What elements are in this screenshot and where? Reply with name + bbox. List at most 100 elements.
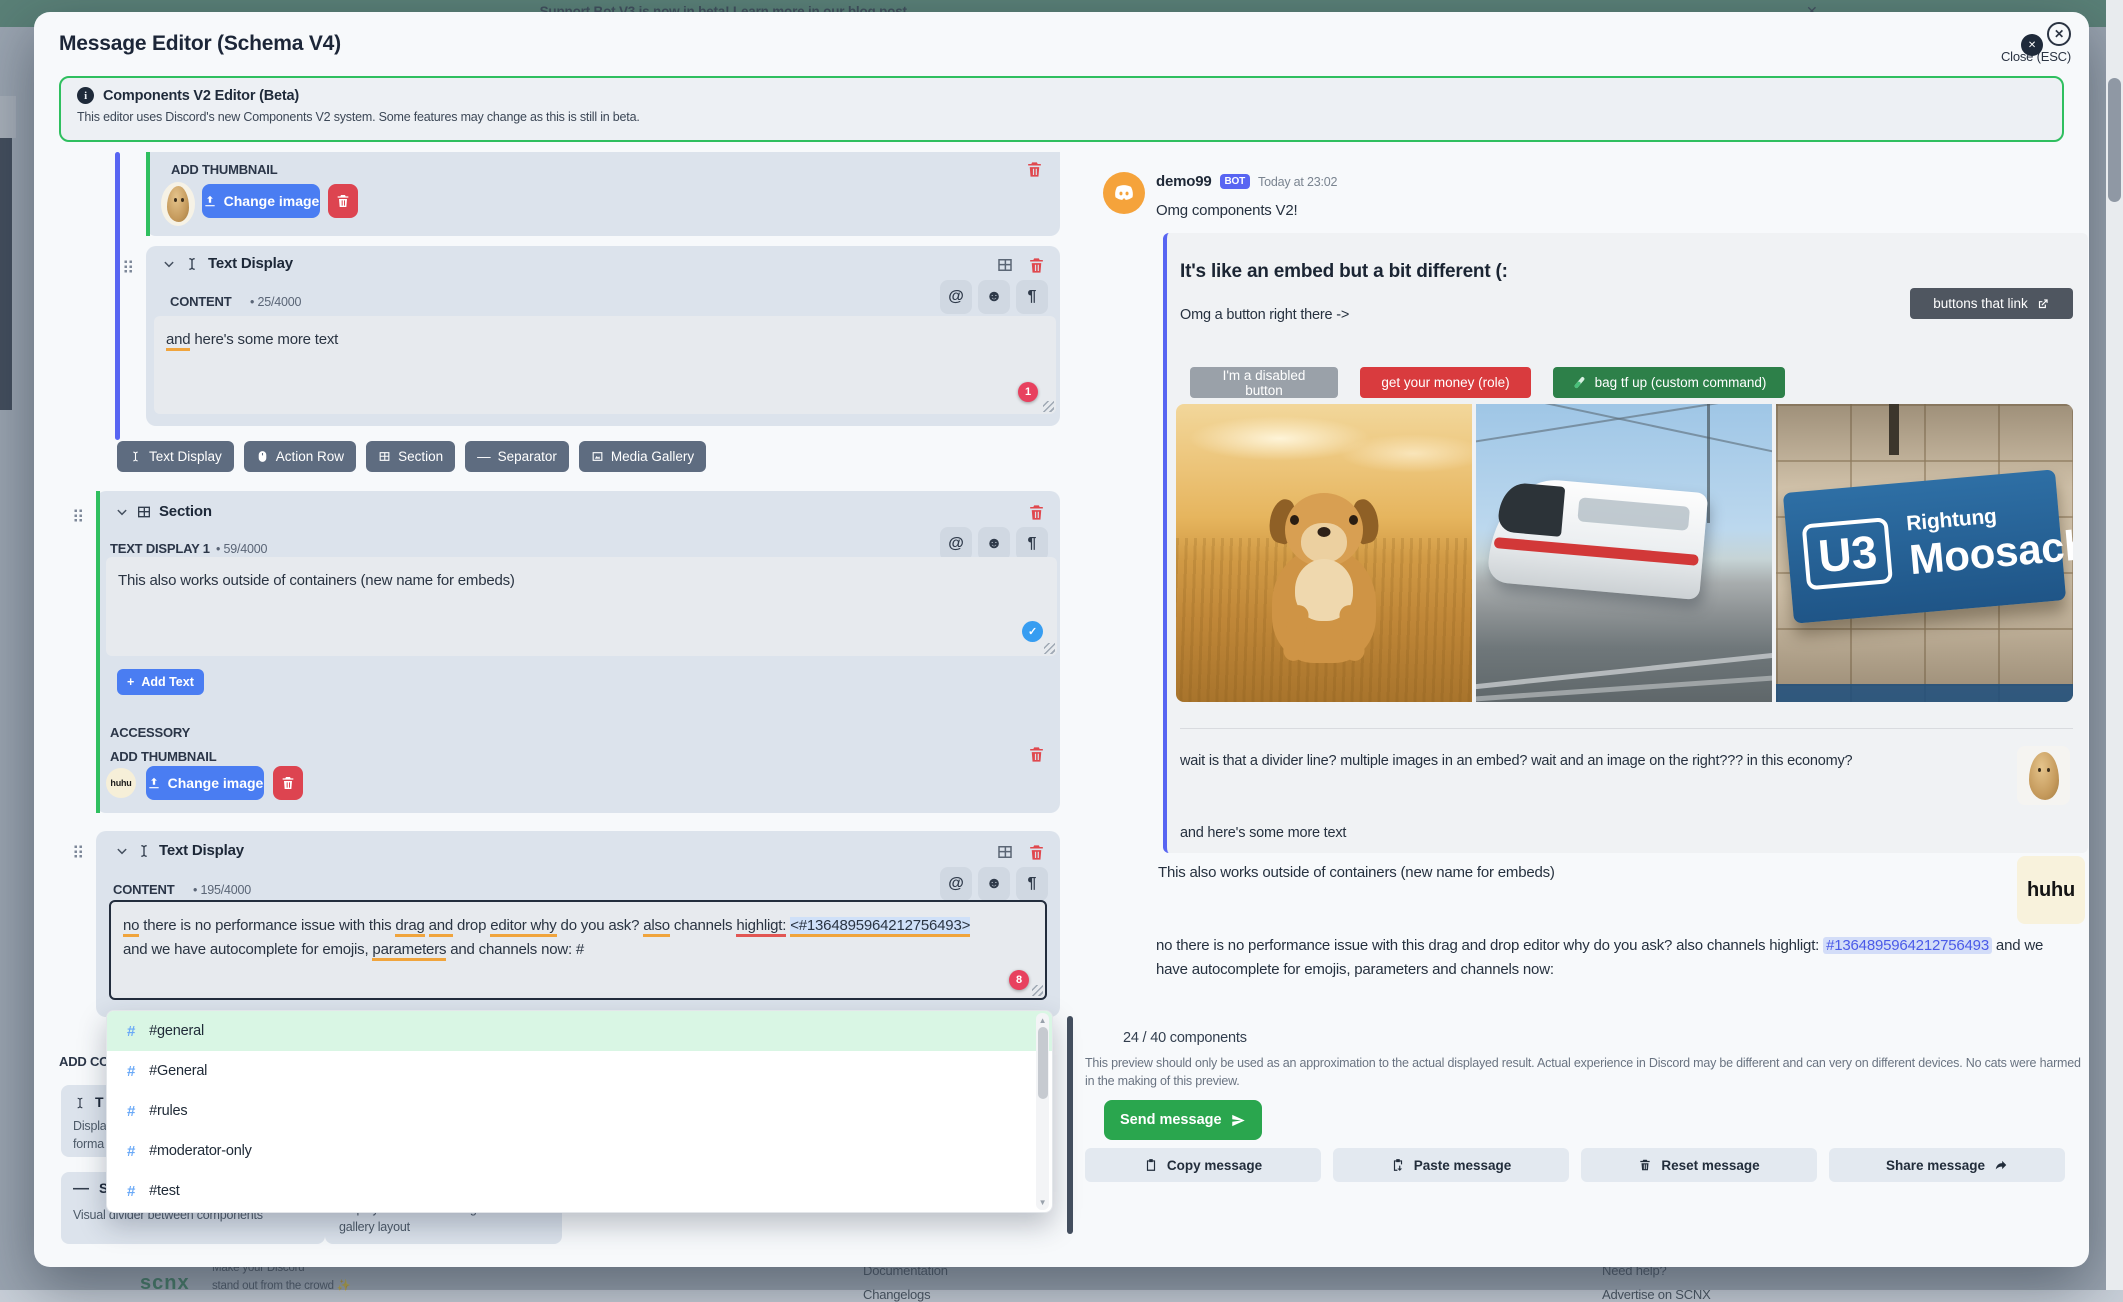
- emoji-icon[interactable]: ☻: [978, 280, 1010, 314]
- trash-icon[interactable]: [1027, 745, 1046, 764]
- container-heading: It's like an embed but a bit different (…: [1180, 261, 1508, 283]
- beta-banner-title: Components V2 Editor (Beta): [103, 88, 299, 104]
- button-label: Send message: [1120, 1112, 1222, 1128]
- autocomplete-item-rules[interactable]: # #rules: [107, 1091, 1052, 1131]
- u3-sign: U3 Rightung Moosach→: [1783, 470, 2067, 624]
- button-label: Copy message: [1167, 1158, 1262, 1173]
- change-image-button[interactable]: Change image: [202, 184, 320, 218]
- thumbnail-image: [161, 182, 195, 226]
- button-label: buttons that link: [1933, 296, 2028, 311]
- scroll-up-icon[interactable]: ▲: [1036, 1016, 1049, 1025]
- share-message-button[interactable]: Share message: [1829, 1148, 2065, 1182]
- trash-icon[interactable]: [1027, 843, 1046, 862]
- channel-label: #rules: [149, 1103, 187, 1119]
- char-counter: • 59/4000: [216, 542, 267, 556]
- emoji-icon[interactable]: ☻: [978, 867, 1010, 901]
- pilcrow-icon[interactable]: ¶: [1016, 280, 1048, 314]
- add-section-button[interactable]: Section: [366, 441, 455, 472]
- link-button[interactable]: buttons that link: [1910, 288, 2073, 319]
- autocomplete-item-general-cap[interactable]: # #General: [107, 1051, 1052, 1091]
- textarea-rich-text: no there is no performance issue with th…: [123, 914, 1029, 962]
- chevron-down-icon[interactable]: [115, 506, 129, 520]
- custom-command-button[interactable]: bag tf up (custom command): [1553, 367, 1785, 398]
- dropdown-scrollbar[interactable]: ▲ ▼: [1036, 1013, 1049, 1210]
- chevron-down-icon[interactable]: [115, 845, 129, 859]
- gallery-image-u3-sign[interactable]: U3 Rightung Moosach→: [1776, 404, 2073, 702]
- table-icon[interactable]: [996, 843, 1014, 861]
- send-message-button[interactable]: Send message: [1104, 1100, 1262, 1140]
- change-image-label: Change image: [224, 193, 320, 209]
- pilcrow-icon[interactable]: ¶: [1016, 867, 1048, 901]
- copy-message-button[interactable]: Copy message: [1085, 1148, 1321, 1182]
- beta-banner: i Components V2 Editor (Beta) This edito…: [59, 76, 2064, 142]
- scroll-down-icon[interactable]: ▼: [1036, 1198, 1049, 1207]
- chevron-down-icon[interactable]: [162, 258, 176, 272]
- add-action-row-button[interactable]: Action Row: [244, 441, 356, 472]
- gallery-image-train[interactable]: [1476, 404, 1772, 702]
- window-scrollbar-thumb[interactable]: [2108, 78, 2121, 202]
- reset-message-button[interactable]: Reset message: [1581, 1148, 1817, 1182]
- scrollbar-thumb[interactable]: [1038, 1027, 1048, 1099]
- beta-banner-close-button[interactable]: ✕: [2021, 34, 2043, 56]
- drag-handle-icon[interactable]: ⠿: [122, 260, 134, 277]
- disabled-button: I'm a disabled button: [1190, 367, 1338, 398]
- remove-image-button[interactable]: [273, 766, 303, 800]
- share-icon: [1994, 1158, 2008, 1172]
- content-textarea[interactable]: and here's some more text 1: [154, 316, 1056, 414]
- textarea-text: This also works outside of containers (n…: [118, 569, 1041, 593]
- remove-image-button[interactable]: [328, 184, 358, 218]
- pilcrow-icon[interactable]: ¶: [1016, 527, 1048, 561]
- close-circle-icon[interactable]: ✕: [2047, 22, 2071, 46]
- drag-handle-icon[interactable]: ⠿: [72, 845, 84, 862]
- panel-title: Section: [159, 503, 212, 520]
- add-text-display-button[interactable]: Text Display: [117, 441, 234, 472]
- trash-icon[interactable]: [1025, 160, 1044, 179]
- trash-icon[interactable]: [1027, 503, 1046, 522]
- mention-icon[interactable]: @: [940, 280, 972, 314]
- resize-handle[interactable]: [1043, 401, 1054, 412]
- content-field-label: CONTENT: [170, 294, 231, 309]
- mention-icon[interactable]: @: [940, 527, 972, 561]
- drag-handle-icon[interactable]: ⠿: [72, 509, 84, 526]
- channel-label: #test: [149, 1183, 179, 1199]
- resize-handle[interactable]: [1032, 985, 1043, 996]
- check-icon: ✓: [1028, 620, 1037, 644]
- table-icon[interactable]: [996, 256, 1014, 274]
- add-media-gallery-button[interactable]: Media Gallery: [579, 441, 706, 472]
- channel-mention[interactable]: #1364895964212756493: [1823, 937, 1992, 954]
- hash-icon: #: [127, 1103, 135, 1120]
- role-button[interactable]: get your money (role): [1360, 367, 1531, 398]
- accessory-label: ACCESSORY: [110, 725, 190, 740]
- token-misspelled: highligt:: [736, 917, 786, 937]
- emoji-icon[interactable]: ☻: [978, 527, 1010, 561]
- autocomplete-item-moderator-only[interactable]: # #moderator-only: [107, 1131, 1052, 1171]
- token: parameters: [372, 941, 446, 961]
- add-text-button[interactable]: + Add Text: [117, 669, 204, 695]
- focused-content-textarea[interactable]: no there is no performance issue with th…: [109, 900, 1047, 1000]
- button-label: bag tf up (custom command): [1595, 375, 1767, 390]
- mention-icon[interactable]: @: [940, 867, 972, 901]
- autocomplete-item-test[interactable]: # #test: [107, 1171, 1052, 1211]
- message-editor-modal: Message Editor (Schema V4) ✕ Close (ESC)…: [34, 12, 2089, 1267]
- channel-label: #moderator-only: [149, 1143, 252, 1159]
- editor-scrollbar-thumb[interactable]: [1067, 1016, 1073, 1234]
- paste-message-button[interactable]: Paste message: [1333, 1148, 1569, 1182]
- window-scrollbar[interactable]: [2106, 0, 2123, 1290]
- thumbnail-image: huhu: [106, 768, 136, 798]
- add-separator-button[interactable]: — Separator: [465, 441, 569, 472]
- grid-icon: [136, 504, 152, 520]
- potato-thumbnail[interactable]: [2017, 746, 2070, 805]
- minus-icon: —: [477, 449, 491, 464]
- autocomplete-item-general[interactable]: # #general: [107, 1011, 1052, 1051]
- trash-icon[interactable]: [1027, 256, 1046, 275]
- section-textarea[interactable]: This also works outside of containers (n…: [106, 557, 1057, 656]
- plus-icon: +: [127, 675, 134, 689]
- wait-text: wait is that a divider line? multiple im…: [1180, 753, 1980, 769]
- change-image-button[interactable]: Change image: [146, 766, 264, 800]
- resize-handle[interactable]: [1044, 643, 1055, 654]
- token: there is no performance issue with this: [139, 917, 395, 934]
- username[interactable]: demo99: [1156, 173, 1212, 190]
- outside-text: This also works outside of containers (n…: [1158, 864, 1555, 881]
- huhu-thumbnail[interactable]: huhu: [2017, 856, 2085, 924]
- gallery-image-dog[interactable]: [1176, 404, 1472, 702]
